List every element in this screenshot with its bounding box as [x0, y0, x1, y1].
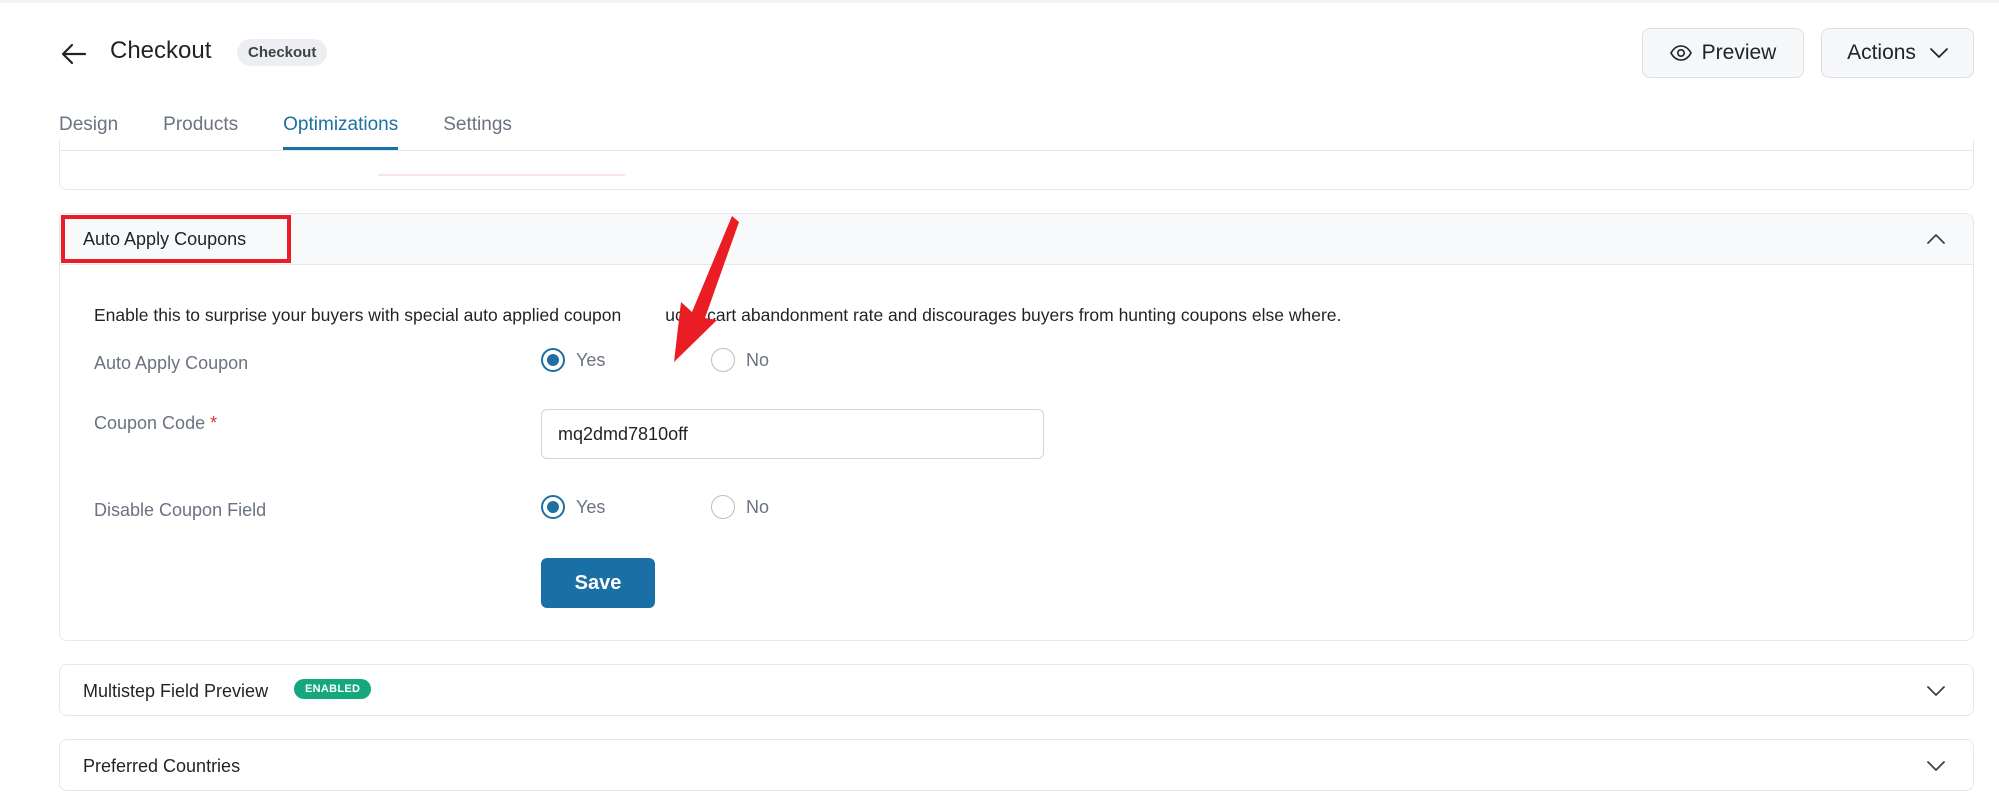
auto-apply-coupons-header[interactable]: Auto Apply Coupons: [60, 214, 1973, 265]
auto-apply-yes-option[interactable]: Yes: [541, 348, 605, 372]
enabled-badge: ENABLED: [294, 679, 372, 699]
radio-checked-icon[interactable]: [541, 495, 565, 519]
actions-label: Actions: [1847, 41, 1916, 64]
radio-checked-icon[interactable]: [541, 348, 565, 372]
chevron-down-icon: [1930, 48, 1948, 58]
previous-section-underline: [378, 174, 625, 176]
disable-field-no-option[interactable]: No: [711, 495, 769, 519]
page-title: Checkout: [110, 37, 212, 64]
actions-button[interactable]: Actions: [1821, 28, 1974, 78]
chevron-down-icon[interactable]: [1925, 754, 1947, 776]
section-title: Multistep Field Preview: [83, 681, 269, 701]
yes-label: Yes: [576, 496, 606, 517]
top-border: [0, 0, 1999, 3]
section-title: Auto Apply Coupons: [83, 229, 247, 249]
section-title: Preferred Countries: [83, 756, 241, 776]
description-start: Enable this to surprise your buyers with…: [94, 305, 622, 325]
auto-apply-coupons-section: Auto Apply Coupons Enable this to surpri…: [59, 213, 1974, 641]
yes-label: Yes: [576, 349, 606, 370]
preview-label: Preview: [1701, 41, 1777, 64]
coupon-code-label-text: Coupon Code: [94, 413, 206, 433]
radio-unchecked-icon[interactable]: [711, 495, 735, 519]
previous-section-card: [59, 140, 1974, 190]
page-type-badge: Checkout: [237, 39, 328, 66]
disable-field-yes-option[interactable]: Yes: [541, 495, 605, 519]
preview-button[interactable]: Preview: [1642, 28, 1804, 78]
description-end: uces cart abandonment rate and discourag…: [665, 305, 1342, 325]
required-mark: *: [210, 413, 218, 433]
multistep-field-preview-section[interactable]: Multistep Field Preview ENABLED: [59, 664, 1974, 716]
no-label: No: [746, 496, 770, 517]
no-label: No: [746, 349, 770, 370]
chevron-down-icon[interactable]: [1925, 679, 1947, 701]
auto-apply-coupon-label: Auto Apply Coupon: [94, 353, 249, 373]
disable-coupon-field-label: Disable Coupon Field: [94, 500, 267, 520]
chevron-up-icon[interactable]: [1925, 228, 1947, 250]
annotation-arrow-icon: [674, 216, 739, 362]
save-button[interactable]: Save: [541, 558, 655, 608]
back-arrow-icon[interactable]: [59, 39, 89, 69]
eye-icon: [1669, 45, 1692, 61]
coupon-code-label: Coupon Code *: [94, 413, 217, 434]
preferred-countries-section[interactable]: Preferred Countries: [59, 739, 1974, 791]
coupon-code-input[interactable]: [541, 409, 1044, 459]
